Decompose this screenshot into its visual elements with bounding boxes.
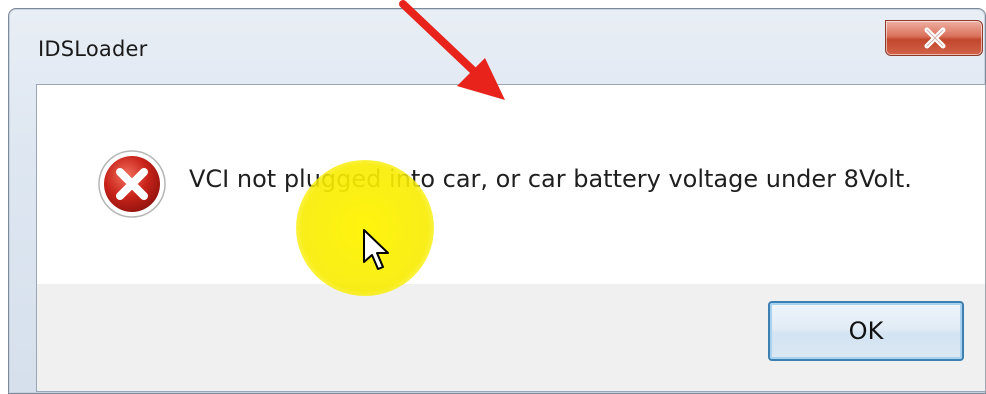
dialog-client-area: VCI not plugged into car, or car battery…: [36, 84, 986, 392]
error-message: VCI not plugged into car, or car battery…: [189, 165, 912, 193]
close-x-icon: [924, 27, 946, 49]
screenshot: IDSLoader VCI not plugged into car, or c…: [0, 0, 986, 394]
error-x-icon: [98, 150, 166, 218]
mouse-pointer-icon: [363, 229, 389, 270]
close-button[interactable]: [885, 20, 983, 56]
ok-button[interactable]: OK: [768, 301, 964, 361]
window-title: IDSLoader: [38, 37, 148, 61]
red-arrow-annotation-icon: [399, 0, 505, 100]
message-panel: VCI not plugged into car, or car battery…: [37, 85, 985, 284]
